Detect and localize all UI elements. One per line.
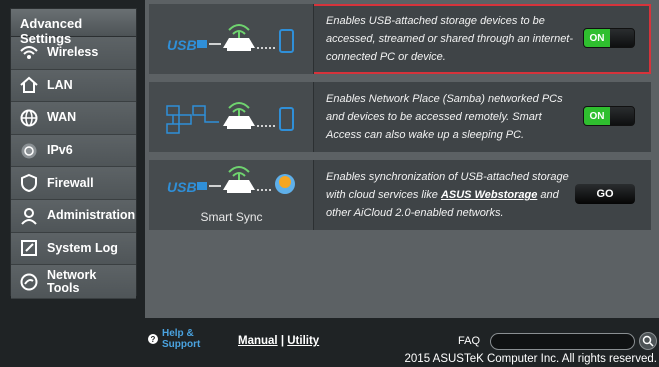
sidebar-item-label: Administration [47, 208, 136, 223]
sidebar-item-label: LAN [47, 77, 73, 92]
wifi-icon [19, 43, 39, 63]
home-icon [19, 75, 39, 95]
sidebar-item-label: Wireless [47, 45, 99, 60]
card-description: Enables synchronization of USB-attached … [314, 160, 574, 230]
card-description: Enables USB-attached storage devices to … [326, 15, 574, 63]
help-label: Help & [162, 328, 194, 339]
sidebar-item-system-log[interactable]: System Log [11, 232, 136, 266]
svg-text:USB: USB [167, 37, 197, 53]
sidebar-header: Advanced Settings [11, 9, 136, 46]
sidebar-item-firewall[interactable]: Firewall [11, 167, 136, 200]
usb-router-cloud-graphic: USB Smart Sync [149, 160, 314, 230]
support-label: Support [162, 339, 201, 350]
help-support-link[interactable]: ? Help & Support [148, 328, 200, 350]
sidebar-item-label: Network Tools [47, 267, 97, 295]
sidebar-item-label: System Log [47, 240, 118, 255]
toggle-state-label: ON [584, 107, 610, 125]
faq-label: FAQ [458, 335, 481, 347]
cloud-disk-toggle[interactable]: ON [583, 28, 635, 48]
smart-sync-label: Smart Sync [200, 210, 263, 224]
toggle-knob [610, 107, 634, 125]
toggle-state-label: ON [584, 29, 610, 47]
sidebar: Advanced Settings Wireless LAN WAN IPv6 … [10, 8, 137, 300]
toggle-knob [610, 29, 634, 47]
smart-sync-card: USB Smart Sync Enables synchronization o… [149, 160, 651, 230]
card-description: Enables Network Place (Samba) networked … [326, 93, 563, 141]
cloud-disk-card: USB Enables USB-attached storage devices… [149, 4, 651, 74]
usb-router-device-graphic: USB [149, 4, 314, 74]
sidebar-item-network-tools[interactable]: Network Tools [11, 265, 136, 300]
smart-sync-go-button[interactable]: GO [575, 184, 635, 204]
manual-link[interactable]: Manual [238, 335, 278, 347]
sidebar-item-wan[interactable]: WAN [11, 102, 136, 135]
help-icon: ? [148, 334, 158, 344]
user-icon [19, 206, 39, 226]
sidebar-item-label: IPv6 [47, 143, 73, 158]
network-router-device-graphic [149, 82, 314, 152]
shield-icon [19, 173, 39, 193]
search-icon [642, 335, 654, 347]
link-separator: | [277, 335, 288, 347]
sidebar-item-label: Firewall [47, 175, 94, 190]
svg-text:USB: USB [167, 179, 197, 195]
ipv6-icon [19, 141, 39, 161]
sidebar-item-label: WAN [47, 110, 77, 125]
copyright-text: 2015 ASUSTeK Computer Inc. All rights re… [404, 353, 657, 365]
log-icon [19, 238, 39, 258]
faq-search-input[interactable] [490, 333, 635, 350]
search-button[interactable] [639, 332, 657, 350]
sidebar-item-ipv6[interactable]: IPv6 [11, 134, 136, 168]
tools-icon [19, 272, 39, 292]
smart-access-toggle[interactable]: ON [583, 106, 635, 126]
manual-utility-links: Manual | Utility [238, 335, 319, 347]
sidebar-item-lan[interactable]: LAN [11, 69, 136, 103]
sidebar-item-administration[interactable]: Administration [11, 199, 136, 233]
sidebar-item-wireless[interactable]: Wireless [11, 37, 136, 70]
utility-link[interactable]: Utility [287, 335, 319, 347]
main-panel: USB Enables USB-attached storage devices… [145, 0, 659, 318]
globe-icon [19, 108, 39, 128]
footer: ? Help & Support Manual | Utility FAQ [148, 328, 659, 352]
smart-access-card: Enables Network Place (Samba) networked … [149, 82, 651, 152]
asus-webstorage-link[interactable]: ASUS Webstorage [441, 189, 537, 201]
